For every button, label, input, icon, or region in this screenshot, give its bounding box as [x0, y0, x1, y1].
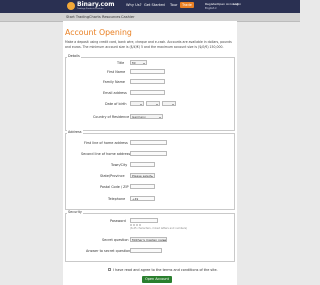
terms-label: I have read and agree to the terms and c…	[113, 267, 218, 272]
intro-text: Make a deposit using credit card, bank w…	[65, 40, 232, 49]
subnav-charts[interactable]: Charts	[89, 15, 101, 19]
state-province-select[interactable]: Please select	[130, 173, 155, 178]
nav-get-started[interactable]: Get Started	[144, 3, 165, 7]
state-select-value: Please select	[132, 174, 152, 178]
dob-month-select[interactable]	[146, 101, 160, 106]
security-legend: Security	[67, 210, 83, 214]
state-province-label: State/Province	[100, 174, 125, 178]
password-strength-bar	[133, 224, 135, 226]
dob-year-select[interactable]	[162, 101, 176, 106]
address-line1-label: First line of home address	[84, 141, 128, 145]
site-logo[interactable]: Binary.com Tradings Products Provider	[67, 1, 114, 11]
password-hint: (6-25 characters, mixed letters and numb…	[130, 227, 188, 230]
address-legend: Address	[67, 130, 83, 134]
title-select-value: Mr	[132, 61, 136, 65]
language-selector[interactable]: English ▾	[205, 7, 217, 10]
email-input[interactable]	[130, 90, 165, 95]
first-name-input[interactable]	[130, 69, 165, 74]
password-label: Password	[110, 219, 126, 223]
telephone-label: Telephone	[108, 197, 126, 201]
logo-text: Binary.com	[77, 1, 115, 8]
secret-answer-input[interactable]	[130, 248, 162, 253]
telephone-value: +49	[132, 197, 139, 201]
password-strength-bar	[139, 224, 141, 226]
nav-trade[interactable]: Trade	[180, 2, 194, 8]
family-name-input[interactable]	[130, 79, 165, 84]
family-name-label: Family Name	[103, 80, 125, 84]
country-select[interactable]: Germany	[130, 114, 163, 119]
address-line1-input[interactable]	[130, 140, 167, 145]
page-title: Account Opening	[65, 28, 132, 37]
email-label: Email address	[103, 91, 127, 95]
terms-checkbox[interactable]	[108, 268, 111, 271]
nav-why-us[interactable]: Why Us?	[126, 3, 142, 7]
title-label: Title	[117, 61, 125, 65]
first-name-label: First Name	[107, 70, 126, 74]
logo-mark-icon	[67, 2, 75, 10]
country-select-value: Germany	[132, 115, 146, 119]
details-legend: Details	[67, 54, 81, 58]
secret-question-select[interactable]: Mother's maiden name	[130, 237, 167, 242]
login-link[interactable]: Login	[233, 2, 241, 6]
password-input[interactable]	[130, 218, 158, 223]
dob-day-select[interactable]	[130, 101, 144, 106]
country-label: Country of Residence	[93, 115, 130, 119]
register-link[interactable]: Register	[205, 2, 217, 6]
town-city-input[interactable]	[130, 162, 155, 167]
open-account-button[interactable]: Open Account	[142, 276, 172, 283]
title-select[interactable]: Mr	[130, 60, 147, 65]
secret-question-value: Mother's maiden name	[132, 238, 167, 242]
nav-tour[interactable]: Tour	[170, 3, 178, 7]
date-of-birth-label: Date of birth	[105, 102, 127, 106]
password-strength-bar	[136, 224, 138, 226]
subnav-cashier[interactable]: Cashier	[121, 15, 135, 19]
subnav-resources[interactable]: Resources	[102, 15, 120, 19]
password-strength-bar	[130, 224, 132, 226]
secret-answer-label: Answer to secret question	[86, 249, 131, 253]
town-city-label: Town/City	[111, 163, 128, 167]
logo-tagline: Tradings Products Provider	[77, 8, 104, 10]
address-line2-label: Second line of home address	[81, 152, 131, 156]
telephone-input[interactable]: +49	[130, 196, 155, 201]
secret-question-label: Secret question	[102, 238, 129, 242]
subnav-start-trading[interactable]: Start Trading	[66, 15, 89, 19]
postal-code-input[interactable]	[130, 184, 155, 189]
address-line2-input[interactable]	[130, 151, 167, 156]
postal-code-label: Postal Code / ZIP	[100, 185, 129, 189]
